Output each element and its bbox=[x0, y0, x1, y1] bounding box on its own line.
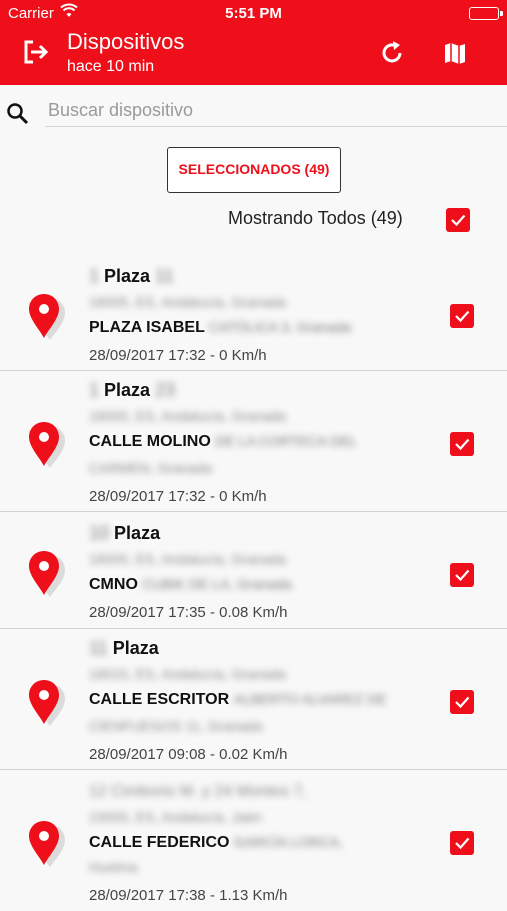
device-street: CALLE FEDERICO GARCÍA LORCA, bbox=[89, 834, 343, 851]
device-checkbox[interactable] bbox=[450, 304, 474, 328]
device-timestamp-speed: 28/09/2017 17:35 - 0.08 Km/h bbox=[89, 604, 288, 621]
location-pin-icon bbox=[24, 420, 70, 472]
device-timestamp-speed: 28/09/2017 09:08 - 0.02 Km/h bbox=[89, 746, 288, 763]
device-street-extra: Huelma bbox=[89, 859, 138, 875]
search-input[interactable] bbox=[45, 95, 507, 127]
list-item[interactable]: 1 Plaza 23 18005, ES, Andalucía, Granada… bbox=[0, 372, 507, 512]
device-timestamp-speed: 28/09/2017 17:32 - 0 Km/h bbox=[89, 488, 267, 505]
device-checkbox[interactable] bbox=[450, 432, 474, 456]
device-title: 1 Plaza 11 bbox=[89, 266, 174, 286]
device-street: CALLE MOLINO DE LA CORTECA DEL bbox=[89, 433, 358, 450]
map-icon[interactable] bbox=[440, 38, 470, 68]
location-pin-icon bbox=[24, 549, 70, 601]
checkmark-icon bbox=[455, 837, 470, 850]
checkmark-icon bbox=[455, 438, 470, 451]
page-title: Dispositivos bbox=[67, 29, 185, 54]
checkmark-icon bbox=[451, 214, 466, 227]
select-all-checkbox[interactable] bbox=[446, 208, 470, 232]
search-bar bbox=[0, 85, 507, 129]
list-item[interactable]: 12 Cimborio M. y 24 Montes 7, 23005, ES,… bbox=[0, 771, 507, 911]
device-street: PLAZA ISABEL CATÓLICA 3, Granada bbox=[89, 319, 352, 336]
device-street-extra: CARMEN, Granada bbox=[89, 460, 212, 476]
selected-devices-button[interactable]: SELECCIONADOS (49) bbox=[167, 147, 341, 193]
device-checkbox[interactable] bbox=[450, 831, 474, 855]
device-region: 18005, ES, Andalucía, Granada bbox=[89, 294, 286, 310]
device-checkbox[interactable] bbox=[450, 690, 474, 714]
device-street: CMNO CUBIK DE LA, Granada bbox=[89, 576, 292, 593]
location-pin-icon bbox=[24, 292, 70, 344]
showing-all-label: Mostrando Todos (49) bbox=[228, 208, 403, 228]
logout-icon[interactable] bbox=[20, 37, 50, 67]
status-time: 5:51 PM bbox=[225, 5, 282, 22]
location-pin-icon bbox=[24, 819, 70, 871]
device-timestamp-speed: 28/09/2017 17:38 - 1.13 Km/h bbox=[89, 887, 288, 904]
checkmark-icon bbox=[455, 310, 470, 323]
device-region: 23005, ES, Andalucía, Jaén bbox=[89, 809, 262, 825]
list-item[interactable]: 10 Plaza 18005, ES, Andalucía, Granada C… bbox=[0, 513, 507, 629]
device-region: 18015, ES, Andalucía, Granada bbox=[89, 666, 286, 682]
checkmark-icon bbox=[455, 696, 470, 709]
list-item[interactable]: 11 Plaza 18015, ES, Andalucía, Granada C… bbox=[0, 630, 507, 770]
device-region: 18005, ES, Andalucía, Granada bbox=[89, 551, 286, 567]
device-title: 1 Plaza 23 bbox=[89, 380, 176, 400]
device-region: 18005, ES, Andalucía, Granada bbox=[89, 408, 286, 424]
device-title: 12 Cimborio M. y 24 Montes 7, bbox=[89, 783, 307, 800]
checkmark-icon bbox=[455, 569, 470, 582]
last-update-label: hace 10 min bbox=[67, 58, 155, 75]
device-street: CALLE ESCRITOR ALBERTO ALVAREZ DE bbox=[89, 691, 387, 708]
device-title: 10 Plaza bbox=[89, 523, 161, 543]
device-timestamp-speed: 28/09/2017 17:32 - 0 Km/h bbox=[89, 347, 267, 364]
device-street-extra: CIENFUEGOS 11, Granada bbox=[89, 718, 263, 734]
list-item[interactable]: 1 Plaza 11 18005, ES, Andalucía, Granada… bbox=[0, 258, 507, 371]
device-checkbox[interactable] bbox=[450, 563, 474, 587]
battery-icon bbox=[469, 7, 503, 20]
device-title: 11 Plaza bbox=[89, 638, 159, 658]
refresh-icon[interactable] bbox=[377, 38, 407, 68]
status-bar: Carrier 5:51 PM bbox=[0, 0, 507, 28]
nav-bar: Dispositivos hace 10 min bbox=[0, 28, 507, 85]
location-pin-icon bbox=[24, 678, 70, 730]
search-icon bbox=[5, 101, 31, 127]
